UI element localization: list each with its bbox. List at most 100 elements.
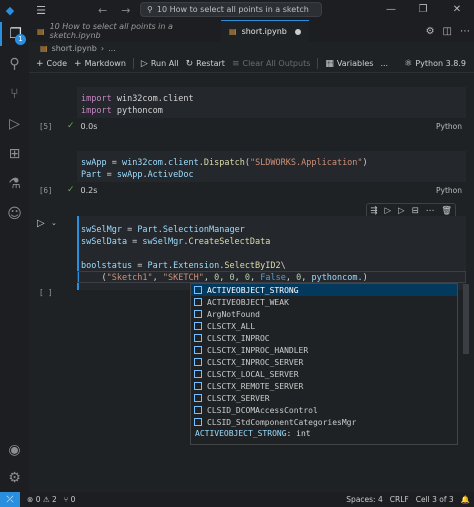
tab-actions: ⚙ ◫ ⋯ bbox=[426, 20, 470, 42]
close-window-button[interactable]: ✕ bbox=[444, 0, 470, 20]
suggestion-item[interactable]: CLSCTX_INPROC bbox=[191, 332, 457, 344]
suggestion-item[interactable]: ArgNotFound bbox=[191, 308, 457, 320]
minimize-button[interactable]: — bbox=[378, 0, 404, 20]
cell-language[interactable]: Python bbox=[436, 122, 462, 131]
add-code-label: Code bbox=[46, 59, 68, 68]
code-line[interactable]: boolstatus = Part.Extension.SelectByID2\ bbox=[81, 260, 286, 272]
run-by-line-icon[interactable]: ⇶ bbox=[370, 206, 377, 216]
suggestion-item[interactable]: CLSID_DCOMAccessControl bbox=[191, 404, 457, 416]
more-actions-icon[interactable]: ⋯ bbox=[460, 26, 470, 37]
activity-bar: ❐ 1 ⚲ ⑂ ▷ ⊞ ⚗ ☺ ◉ ⚙ bbox=[0, 20, 29, 492]
kernel-icon: ⚛ bbox=[404, 58, 413, 69]
more-cell-actions-icon[interactable]: ⋯ bbox=[426, 206, 435, 216]
suggestion-detail: ACTIVEOBJECT_STRONG: int bbox=[191, 429, 311, 438]
variables-button[interactable]: ▦ Variables bbox=[325, 59, 373, 69]
code-line[interactable]: import win32com.client bbox=[81, 93, 194, 105]
account-icon[interactable]: ◉ bbox=[0, 438, 29, 462]
scrollbar-thumb[interactable] bbox=[463, 284, 469, 354]
add-code-cell-button[interactable]: + Code bbox=[36, 59, 67, 69]
eol-indicator[interactable]: CRLF bbox=[390, 495, 409, 504]
command-center[interactable]: ⚲ 10 How to select all points in a sketc… bbox=[140, 2, 322, 17]
notebook-scrollbar[interactable] bbox=[462, 74, 470, 492]
delete-cell-icon[interactable]: 🗑 bbox=[441, 206, 452, 216]
breadcrumb-file[interactable]: short.ipynb bbox=[52, 44, 97, 53]
ports-indicator[interactable]: ⑂ 0 bbox=[64, 495, 76, 504]
suggestion-item[interactable]: CLSID_StdComponentCategoriesMgr bbox=[191, 416, 457, 428]
code-token: Extension bbox=[173, 261, 220, 271]
code-token: , bbox=[234, 273, 245, 283]
variable-icon bbox=[194, 334, 202, 342]
code-line[interactable]: swSelMgr = Part.SelectionManager bbox=[81, 224, 245, 236]
run-all-label: Run All bbox=[150, 59, 179, 68]
code-line[interactable]: Part = swApp.ActiveDoc bbox=[81, 169, 194, 181]
suggestion-item[interactable]: CLSCTX_INPROC_SERVER bbox=[191, 356, 457, 368]
code-cell-2[interactable]: swApp = win32com.client.Dispatch("SLDWOR… bbox=[29, 151, 466, 199]
suggestion-list: ACTIVEOBJECT_STRONG ACTIVEOBJECT_WEAK ArgN… bbox=[191, 284, 457, 428]
search-icon[interactable]: ⚲ bbox=[0, 52, 29, 76]
status-bar-right: Spaces: 4 CRLF Cell 3 of 3 🔔 bbox=[339, 492, 470, 507]
suggestion-label: CLSCTX_INPROC bbox=[207, 333, 270, 343]
extensions-icon[interactable]: ⊞ bbox=[0, 142, 29, 166]
breadcrumb-more[interactable]: ... bbox=[108, 44, 116, 53]
execution-count: [5] bbox=[39, 122, 53, 131]
cell-language[interactable]: Python bbox=[436, 186, 462, 195]
gear-icon[interactable]: ⚙ bbox=[0, 466, 29, 490]
code-token: swApp bbox=[116, 170, 143, 180]
execute-above-icon[interactable]: ▷ bbox=[384, 206, 391, 216]
run-cell-icon[interactable]: ▷ bbox=[37, 218, 45, 229]
tab-short-notebook[interactable]: ▤ short.ipynb bbox=[221, 20, 309, 42]
split-editor-icon[interactable]: ◫ bbox=[443, 26, 452, 37]
add-markdown-cell-button[interactable]: + Markdown bbox=[74, 59, 126, 69]
suggestion-item[interactable]: CLSCTX_INPROC_HANDLER bbox=[191, 344, 457, 356]
code-cell-1[interactable]: import win32com.client import pythoncom … bbox=[29, 87, 466, 135]
suggestion-item[interactable]: CLSCTX_SERVER bbox=[191, 392, 457, 404]
notebook-file-icon: ▤ bbox=[40, 44, 48, 53]
unsaved-dot-icon[interactable] bbox=[294, 28, 301, 35]
variable-icon bbox=[194, 358, 202, 366]
clear-outputs-label: Clear All Outputs bbox=[242, 59, 311, 68]
execution-status: ✓ 0.0s bbox=[67, 121, 97, 131]
code-token: SelectionManager bbox=[162, 225, 245, 235]
suggestion-item[interactable]: CLSCTX_LOCAL_SERVER bbox=[191, 368, 457, 380]
clear-outputs-button[interactable]: ≡ Clear All Outputs bbox=[232, 59, 310, 69]
breadcrumb-separator: › bbox=[100, 44, 105, 53]
code-line[interactable]: swApp = win32com.client.Dispatch("SLDWOR… bbox=[81, 157, 368, 169]
more-toolbar-button[interactable]: ... bbox=[380, 59, 388, 68]
restore-button[interactable]: ❐ bbox=[410, 0, 436, 20]
notifications-bell-icon[interactable]: 🔔 bbox=[461, 495, 470, 504]
tab-notebook-sketch[interactable]: ▤ 10 How to select all points in a sketc… bbox=[29, 20, 221, 42]
testing-icon[interactable]: ⚗ bbox=[0, 172, 29, 196]
suggestion-item[interactable]: ACTIVEOBJECT_STRONG bbox=[191, 284, 457, 296]
code-token: win32com.client bbox=[111, 94, 194, 104]
execution-count: [6] bbox=[39, 186, 53, 195]
code-token: pythoncom bbox=[311, 273, 358, 283]
hamburger-menu-icon[interactable]: ☰ bbox=[32, 4, 50, 17]
suggestion-item[interactable]: CLSCTX_ALL bbox=[191, 320, 457, 332]
back-arrow-icon[interactable]: ← bbox=[98, 4, 107, 17]
restart-button[interactable]: ↻ Restart bbox=[186, 59, 225, 69]
suggestion-label: CLSCTX_LOCAL_SERVER bbox=[207, 369, 299, 379]
code-line[interactable]: import pythoncom bbox=[81, 105, 163, 117]
suggestion-label: ACTIVEOBJECT_STRONG bbox=[207, 285, 299, 295]
execution-count: [ ] bbox=[39, 288, 53, 297]
cell-position-indicator[interactable]: Cell 3 of 3 bbox=[416, 495, 454, 504]
error-icon: ⊗ bbox=[27, 495, 34, 504]
execute-below-icon[interactable]: ▷ bbox=[398, 206, 405, 216]
indentation-indicator[interactable]: Spaces: 4 bbox=[346, 495, 382, 504]
suggestion-item[interactable]: CLSCTX_REMOTE_SERVER bbox=[191, 380, 457, 392]
suggestion-item[interactable]: ACTIVEOBJECT_WEAK bbox=[191, 296, 457, 308]
split-cell-icon[interactable]: ⊟ bbox=[412, 206, 419, 216]
code-token: "Sketch1" bbox=[106, 273, 153, 283]
source-control-icon[interactable]: ⑂ bbox=[0, 82, 29, 106]
forward-arrow-icon[interactable]: → bbox=[121, 4, 130, 17]
problems-indicator[interactable]: ⊗ 0 ⚠ 2 bbox=[27, 495, 57, 504]
kernel-picker[interactable]: ⚛ Python 3.8.9 bbox=[404, 59, 466, 69]
remote-indicator-icon[interactable]: ⤫ bbox=[0, 492, 20, 507]
code-line[interactable]: swSelData = swSelMgr.CreateSelectData bbox=[81, 236, 270, 248]
run-all-button[interactable]: ▷ Run All bbox=[141, 59, 179, 69]
chevron-down-icon[interactable]: ⌄ bbox=[51, 219, 57, 227]
run-debug-icon[interactable]: ▷ bbox=[0, 112, 29, 136]
error-count: 0 bbox=[35, 495, 41, 504]
copilot-icon[interactable]: ☺ bbox=[0, 202, 29, 226]
gear-icon[interactable]: ⚙ bbox=[426, 26, 435, 37]
